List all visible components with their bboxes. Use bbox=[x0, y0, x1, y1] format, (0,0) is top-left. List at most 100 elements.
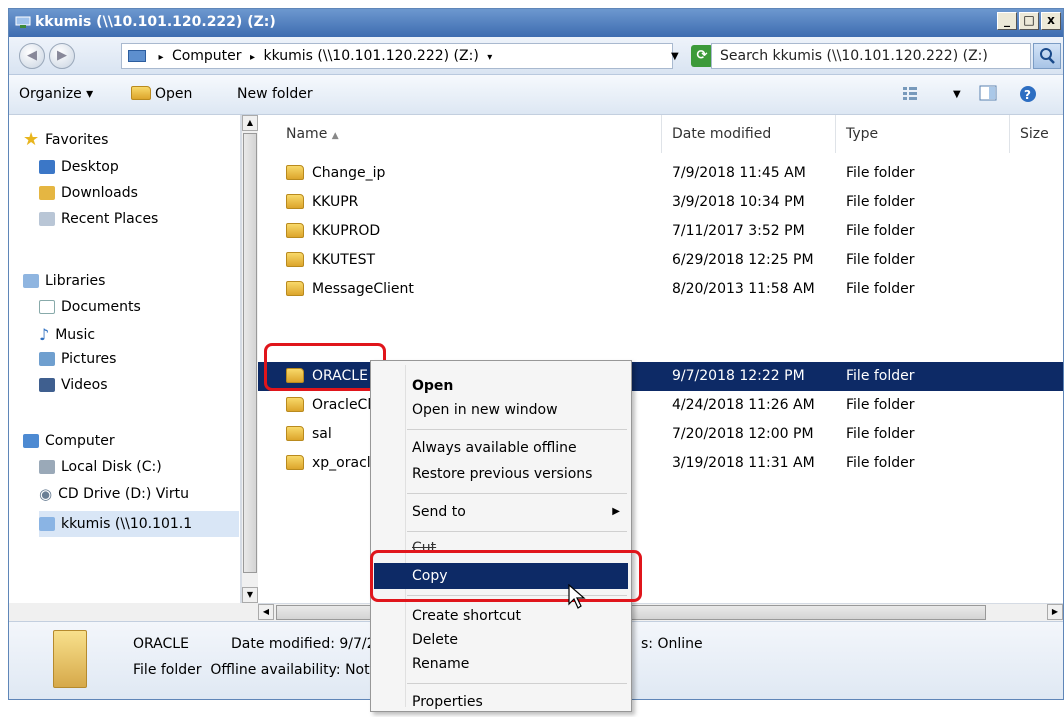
nav-favorites[interactable]: ★ Favorites bbox=[23, 129, 108, 150]
sort-asc-icon: ▲ bbox=[331, 131, 339, 141]
nav-pictures[interactable]: Pictures bbox=[39, 351, 116, 367]
forward-button[interactable]: ▶ bbox=[49, 43, 75, 69]
refresh-button[interactable]: ⟳ bbox=[691, 45, 713, 67]
menu-separator bbox=[407, 683, 627, 684]
nav-label: Recent Places bbox=[61, 211, 159, 227]
menu-send-to[interactable]: Send to ▶ bbox=[374, 499, 628, 525]
file-date: 7/20/2018 12:00 PM bbox=[672, 426, 814, 442]
table-row[interactable]: KKUPROD 7/11/2017 3:52 PM File folder bbox=[258, 217, 1063, 246]
menu-always-offline[interactable]: Always available offline bbox=[374, 435, 628, 461]
file-date: 7/9/2018 11:45 AM bbox=[672, 165, 806, 181]
menu-send-to-label: Send to bbox=[412, 504, 466, 520]
highlight-oracle bbox=[264, 343, 386, 391]
maximize-button[interactable]: □ bbox=[1019, 12, 1039, 30]
file-date: 4/24/2018 11:26 AM bbox=[672, 397, 815, 413]
column-type[interactable]: Type bbox=[836, 115, 1010, 153]
preview-pane-icon[interactable] bbox=[979, 85, 997, 105]
svg-text:?: ? bbox=[1024, 88, 1031, 102]
nav-downloads[interactable]: Downloads bbox=[39, 185, 138, 201]
file-type: File folder bbox=[846, 426, 915, 442]
nav-kkumis[interactable]: kkumis (\\10.101.1 bbox=[39, 511, 239, 537]
nav-videos[interactable]: Videos bbox=[39, 377, 108, 393]
back-button[interactable]: ◀ bbox=[19, 43, 45, 69]
desktop-icon bbox=[39, 160, 55, 174]
search-icon bbox=[1040, 48, 1055, 64]
organize-button[interactable]: Organize ▾ bbox=[19, 86, 93, 102]
search-button[interactable] bbox=[1033, 43, 1061, 69]
file-type: File folder bbox=[846, 165, 915, 181]
column-name[interactable]: Name ▲ bbox=[258, 115, 662, 153]
scroll-down-arrow[interactable]: ▼ bbox=[242, 587, 258, 603]
new-folder-button[interactable]: New folder bbox=[237, 86, 313, 102]
nav-cd-drive[interactable]: ◉ CD Drive (D:) Virtu bbox=[39, 485, 189, 503]
nav-label: Local Disk (C:) bbox=[61, 459, 162, 475]
menu-rename[interactable]: Rename bbox=[374, 651, 628, 677]
nav-label: Favorites bbox=[45, 131, 109, 148]
pictures-icon bbox=[39, 352, 55, 366]
help-icon[interactable]: ? bbox=[1019, 85, 1037, 107]
table-row[interactable]: KKUTEST 6/29/2018 12:25 PM File folder bbox=[258, 246, 1063, 275]
menu-open-new-window[interactable]: Open in new window bbox=[374, 397, 628, 423]
table-row[interactable]: MessageClient 8/20/2013 11:58 AM File fold… bbox=[258, 275, 1063, 304]
menu-delete[interactable]: Delete bbox=[374, 627, 628, 653]
file-type: File folder bbox=[846, 368, 915, 384]
nav-libraries[interactable]: Libraries bbox=[23, 273, 105, 289]
nav-music[interactable]: ♪ Music bbox=[39, 325, 95, 344]
column-size[interactable]: Size bbox=[1010, 115, 1063, 153]
address-history-dropdown[interactable]: ▼ bbox=[671, 51, 679, 62]
menu-restore-versions[interactable]: Restore previous versions bbox=[374, 461, 628, 487]
column-date[interactable]: Date modified bbox=[662, 115, 836, 153]
table-row[interactable]: KKUPR 3/9/2018 10:34 PM File folder bbox=[258, 188, 1063, 217]
file-date: 7/11/2017 3:52 PM bbox=[672, 223, 805, 239]
breadcrumb[interactable]: ▸ Computer ▸ kkumis (\\10.101.120.222) (… bbox=[121, 43, 673, 69]
title-bar[interactable]: kkumis (\\10.101.120.222) (Z:) _ □ x bbox=[9, 9, 1063, 37]
nav-label: Desktop bbox=[61, 159, 119, 175]
nav-documents[interactable]: Documents bbox=[39, 299, 141, 315]
menu-separator bbox=[407, 493, 627, 494]
libraries-icon bbox=[23, 274, 39, 288]
star-icon: ★ bbox=[23, 129, 40, 150]
folder-icon bbox=[286, 454, 304, 470]
nav-local-disk[interactable]: Local Disk (C:) bbox=[39, 459, 162, 475]
open-button[interactable]: Open bbox=[131, 86, 192, 102]
scroll-left-arrow[interactable]: ◀ bbox=[258, 604, 274, 620]
file-name: KKUTEST bbox=[312, 252, 376, 268]
nav-label: Downloads bbox=[61, 185, 138, 201]
nav-desktop[interactable]: Desktop bbox=[39, 159, 119, 175]
file-type: File folder bbox=[846, 397, 915, 413]
folder-icon bbox=[286, 251, 304, 267]
file-date: 9/7/2018 12:22 PM bbox=[672, 368, 805, 384]
search-input[interactable]: Search kkumis (\\10.101.120.222) (Z:) bbox=[711, 43, 1031, 69]
hard-disk-icon bbox=[39, 460, 55, 474]
menu-create-shortcut[interactable]: Create shortcut bbox=[374, 603, 628, 629]
file-name: MessageClient bbox=[312, 281, 414, 297]
breadcrumb-computer[interactable]: Computer bbox=[172, 48, 242, 64]
close-button[interactable]: x bbox=[1041, 12, 1061, 30]
nav-label: Computer bbox=[45, 433, 115, 449]
folder-icon bbox=[286, 164, 304, 180]
nav-vertical-scrollbar[interactable]: ▲ ▼ bbox=[241, 115, 258, 603]
view-options-icon[interactable] bbox=[902, 85, 918, 105]
file-type: File folder bbox=[846, 223, 915, 239]
menu-open[interactable]: Open bbox=[374, 373, 628, 399]
downloads-icon bbox=[39, 186, 55, 200]
chevron-down-icon[interactable]: ▼ bbox=[953, 89, 961, 100]
scroll-up-arrow[interactable]: ▲ bbox=[242, 115, 258, 131]
nav-computer[interactable]: Computer bbox=[23, 433, 115, 449]
scroll-thumb[interactable] bbox=[243, 133, 257, 573]
breadcrumb-kkumis[interactable]: kkumis (\\10.101.120.222) (Z:) bbox=[263, 48, 478, 64]
nav-label: Libraries bbox=[45, 273, 106, 289]
menu-properties[interactable]: Properties bbox=[374, 689, 628, 715]
minimize-button[interactable]: _ bbox=[997, 12, 1017, 30]
open-label: Open bbox=[155, 86, 193, 102]
scroll-right-arrow[interactable]: ▶ bbox=[1047, 604, 1063, 620]
file-date: 3/19/2018 11:31 AM bbox=[672, 455, 815, 471]
file-name: Change_ip bbox=[312, 165, 386, 181]
recent-places-icon bbox=[39, 212, 55, 226]
folder-icon bbox=[286, 425, 304, 441]
nav-label: kkumis (\\10.101.1 bbox=[61, 516, 193, 532]
chevron-icon: ▸ bbox=[158, 52, 164, 63]
nav-recent-places[interactable]: Recent Places bbox=[39, 211, 158, 227]
chevron-down-icon[interactable]: ▾ bbox=[487, 52, 492, 63]
table-row[interactable]: Change_ip 7/9/2018 11:45 AM File folder bbox=[258, 159, 1063, 188]
